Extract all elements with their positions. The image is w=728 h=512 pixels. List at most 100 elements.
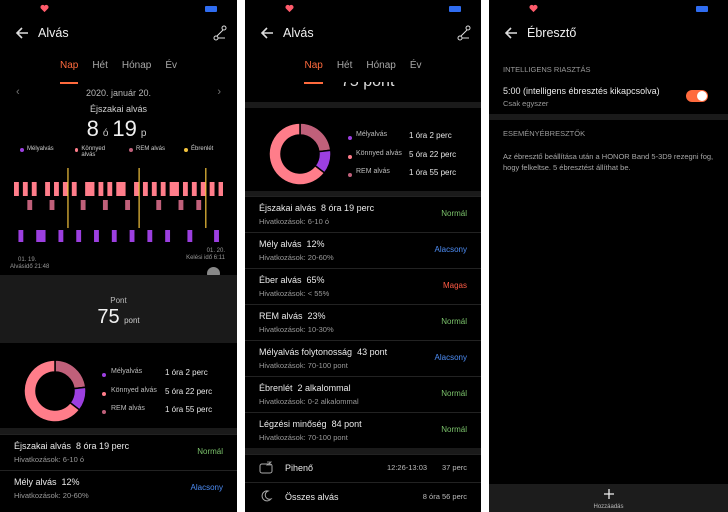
section-header: INTELLIGENS RIASZTÁS <box>503 65 591 74</box>
stage-light-label: Könnyed alvás <box>356 150 402 157</box>
nap-value: 37 perc <box>441 463 467 472</box>
table-row[interactable]: Mély alvás 12% Hivatkozások: 20-60% Alacso… <box>245 232 481 268</box>
stage-segment-light <box>31 182 37 196</box>
tab-year[interactable]: Év <box>410 60 422 84</box>
page-title: Alvás <box>38 26 69 40</box>
nap-icon <box>259 461 273 474</box>
next-day-icon[interactable]: › <box>217 86 221 98</box>
stage-segment-deep <box>76 230 82 242</box>
legend-dot <box>129 148 133 152</box>
table-row[interactable]: Ébrenlét 2 alkalommal Hivatkozások: 0-2 a… <box>245 376 481 412</box>
tab-month[interactable]: Hónap <box>122 60 151 84</box>
total-sleep-row[interactable]: Összes alvás 8 óra 56 perc <box>245 482 481 512</box>
row-reference: Hivatkozások: 0-2 alkalommal <box>259 397 359 406</box>
title-bar: Alvás <box>0 16 237 50</box>
row-reference: Hivatkozások: 70-100 pont <box>259 361 348 370</box>
heart-icon <box>40 4 49 13</box>
stage-light-value: 5 óra 22 perc <box>409 150 457 159</box>
alarm-toggle[interactable] <box>686 90 708 102</box>
row-title: REM alvás 23% <box>259 311 326 321</box>
stage-segment-light <box>62 182 68 196</box>
table-row[interactable]: Éber alvás 65% Hivatkozások: < 55% Magas <box>245 268 481 304</box>
row-reference: Hivatkozások: 6-10 ó <box>14 455 85 464</box>
legend-deep: Mélyalvás <box>20 146 54 152</box>
tab-month[interactable]: Hónap <box>366 60 395 84</box>
row-reference: Hivatkozások: 20-60% <box>259 253 334 262</box>
tab-day[interactable]: Nap <box>59 60 79 84</box>
score-value: 75 <box>97 306 120 328</box>
table-row[interactable]: REM alvás 23% Hivatkozások: 10-30% Normál <box>245 304 481 340</box>
donut-slices <box>268 122 332 186</box>
stage-segment-light <box>89 182 95 196</box>
status-bar <box>0 0 237 16</box>
light-dot <box>348 155 352 159</box>
score-value-group: 75 pont <box>0 306 237 329</box>
start-label: Alvásidő 21:48 <box>10 264 50 270</box>
status-bar <box>489 0 728 16</box>
legend-dot <box>184 148 188 152</box>
partial-score: 75 pont <box>341 82 394 91</box>
stage-segment-light <box>45 182 50 196</box>
stage-segment-light <box>120 182 126 196</box>
stage-segment-light <box>182 182 188 196</box>
stage-segment-deep <box>165 230 171 242</box>
table-row[interactable]: Mély alvás 12% Hivatkozások: 20-60% Alac… <box>0 470 237 506</box>
heart-icon <box>285 4 294 13</box>
table-row[interactable]: Éjszakai alvás 8 óra 19 perc Hivatkozások… <box>245 196 481 232</box>
stage-segment-light <box>209 182 215 196</box>
deep-dot <box>102 373 106 377</box>
status-badge: Alacsony <box>434 245 467 254</box>
add-label: Hozzáadás <box>593 504 624 510</box>
stage-donut-chart <box>268 122 332 186</box>
row-title: Mély alvás 12% <box>259 239 325 249</box>
stage-rem-value: 1 óra 55 perc <box>165 405 213 414</box>
smart-alarm-row[interactable]: 5:00 (intelligens ébresztés kikapcsolva)… <box>489 82 728 112</box>
stage-segment-light <box>54 182 59 196</box>
add-alarm-button[interactable]: Hozzáadás <box>489 487 728 510</box>
stage-segment-deep <box>111 230 117 242</box>
tab-week[interactable]: Hét <box>92 60 108 84</box>
status-badge: Magas <box>442 281 467 290</box>
stage-deep-label: Mélyalvás <box>356 131 388 138</box>
stage-deep-label: Mélyalvás <box>111 368 143 375</box>
legend-dot <box>75 148 79 152</box>
tab-day[interactable]: Nap <box>304 60 324 84</box>
score-panel: Pont 75 pont <box>0 275 237 343</box>
toggle-knob <box>697 91 707 101</box>
donut-slices <box>23 359 87 423</box>
status-badge: Normál <box>441 317 467 326</box>
tab-year[interactable]: Év <box>165 60 177 84</box>
stage-segment-light <box>71 182 77 196</box>
night-sleep-label: Éjszakai alvás <box>89 104 148 114</box>
back-arrow-icon[interactable] <box>259 25 275 41</box>
nap-row[interactable]: Pihenő 12:26-13:03 37 perc <box>245 454 481 482</box>
back-arrow-icon[interactable] <box>503 25 519 41</box>
stage-light-label: Könnyed alvás <box>111 387 157 394</box>
row-reference: Hivatkozások: 6-10 ó <box>259 217 330 226</box>
alarm-repeat: Csak egyszer <box>503 99 549 108</box>
share-icon[interactable] <box>456 25 472 41</box>
stage-segment-light <box>14 182 19 196</box>
stage-segment-deep <box>94 230 99 242</box>
stage-segment-light <box>85 182 90 196</box>
share-icon[interactable] <box>212 25 228 41</box>
status-bar <box>245 0 481 16</box>
legend-label: Könnyed alvás <box>81 146 106 158</box>
page-title: Ébresztő <box>527 26 577 40</box>
stage-rem-label: REM alvás <box>111 405 145 412</box>
table-row[interactable]: Éjszakai alvás 8 óra 19 perc Hivatkozáso… <box>0 434 237 470</box>
row-reference: Hivatkozások: 70-100 pont <box>259 433 348 442</box>
battery-icon <box>449 6 461 12</box>
table-row[interactable]: Mélyalvás folytonosság 43 pont Hivatkozás… <box>245 340 481 376</box>
legend-label: REM alvás <box>136 146 166 152</box>
stage-segment-light <box>218 182 223 196</box>
status-badge: Normál <box>441 389 467 398</box>
total-sleep-label: Összes alvás <box>285 492 339 502</box>
stage-segment-deep <box>147 230 153 242</box>
title-bar: Alvás <box>245 16 481 50</box>
table-row[interactable]: Légzési minőség 84 pont Hivatkozások: 70-… <box>245 412 481 448</box>
tab-week[interactable]: Hét <box>337 60 353 84</box>
stage-segment-rem <box>178 200 184 210</box>
score-unit: pont <box>124 316 140 325</box>
back-arrow-icon[interactable] <box>14 25 30 41</box>
